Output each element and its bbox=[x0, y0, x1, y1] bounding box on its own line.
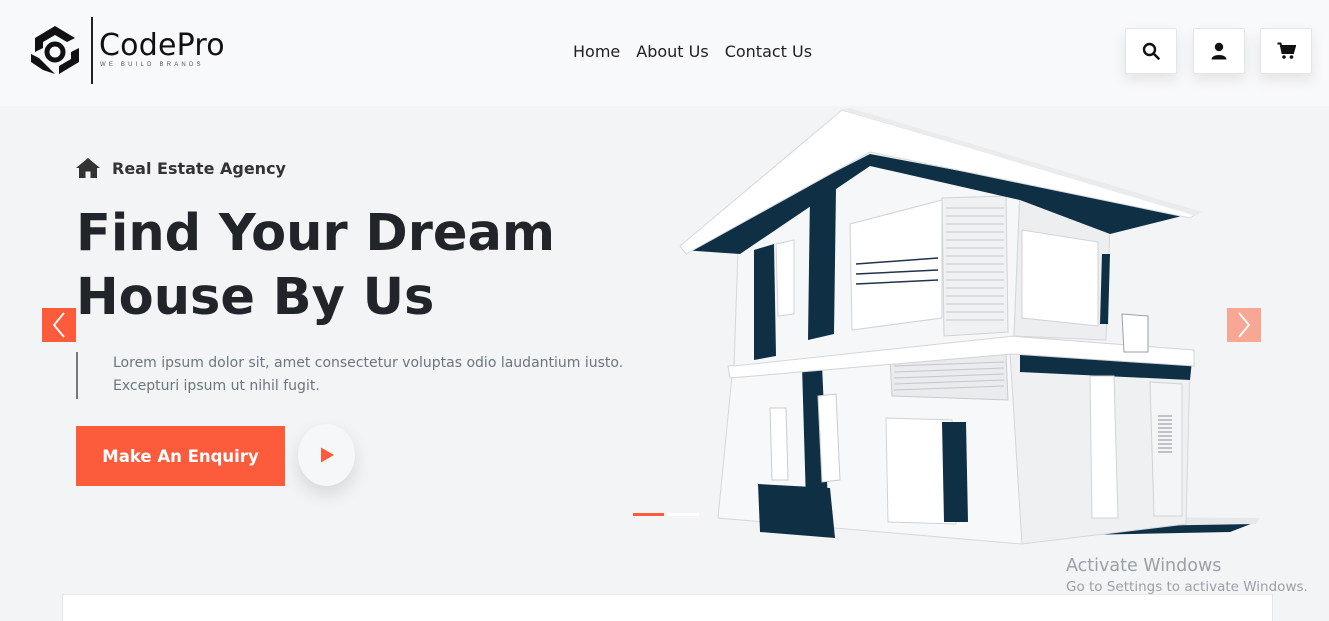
search-icon bbox=[1142, 42, 1160, 60]
main-nav: Home About Us Contact Us bbox=[573, 42, 812, 61]
brand-name: CodePro bbox=[99, 28, 225, 63]
cart-button[interactable] bbox=[1260, 28, 1312, 74]
user-icon bbox=[1211, 42, 1227, 60]
hero-description-line1: Lorem ipsum dolor sit, amet consectetur … bbox=[113, 355, 624, 371]
play-video-button[interactable] bbox=[298, 424, 355, 486]
watermark-line2: Go to Settings to activate Windows. bbox=[1066, 579, 1308, 595]
nav-home[interactable]: Home bbox=[573, 42, 620, 61]
play-icon bbox=[320, 447, 334, 463]
home-icon bbox=[76, 158, 100, 178]
logo-mark-icon bbox=[31, 26, 79, 74]
search-button[interactable] bbox=[1125, 28, 1177, 74]
brand-tagline: WE BUILD BRANDS bbox=[100, 62, 204, 68]
hero-description: Lorem ipsum dolor sit, amet consectetur … bbox=[76, 352, 636, 399]
chevron-left-icon bbox=[52, 312, 65, 338]
house-illustration bbox=[679, 108, 1260, 545]
slider-prev-button[interactable] bbox=[42, 308, 76, 342]
watermark-line1: Activate Windows bbox=[1066, 556, 1222, 576]
hero-title: Find Your Dream House By Us bbox=[76, 202, 596, 330]
hero-label-text: Real Estate Agency bbox=[112, 158, 286, 178]
nav-about-us[interactable]: About Us bbox=[636, 42, 708, 61]
hero-title-line2: House By Us bbox=[76, 268, 435, 327]
cart-icon bbox=[1277, 42, 1296, 59]
hero-title-line1: Find Your Dream bbox=[76, 204, 556, 263]
make-enquiry-button[interactable]: Make An Enquiry bbox=[76, 426, 285, 486]
content-card bbox=[62, 594, 1273, 621]
slider-dot-1[interactable] bbox=[633, 513, 664, 516]
hero-label: Real Estate Agency bbox=[76, 158, 286, 178]
hero-description-line2: Excepturi ipsum ut nihil fugit. bbox=[113, 378, 320, 394]
windows-activation-watermark: Activate Windows Go to Settings to activ… bbox=[1066, 556, 1308, 595]
site-header: CodePro WE BUILD BRANDS Home About Us Co… bbox=[0, 0, 1329, 106]
nav-contact-us[interactable]: Contact Us bbox=[725, 42, 812, 61]
account-button[interactable] bbox=[1193, 28, 1245, 74]
brand-logo[interactable]: CodePro WE BUILD BRANDS bbox=[29, 16, 239, 86]
logo-divider bbox=[91, 17, 93, 84]
